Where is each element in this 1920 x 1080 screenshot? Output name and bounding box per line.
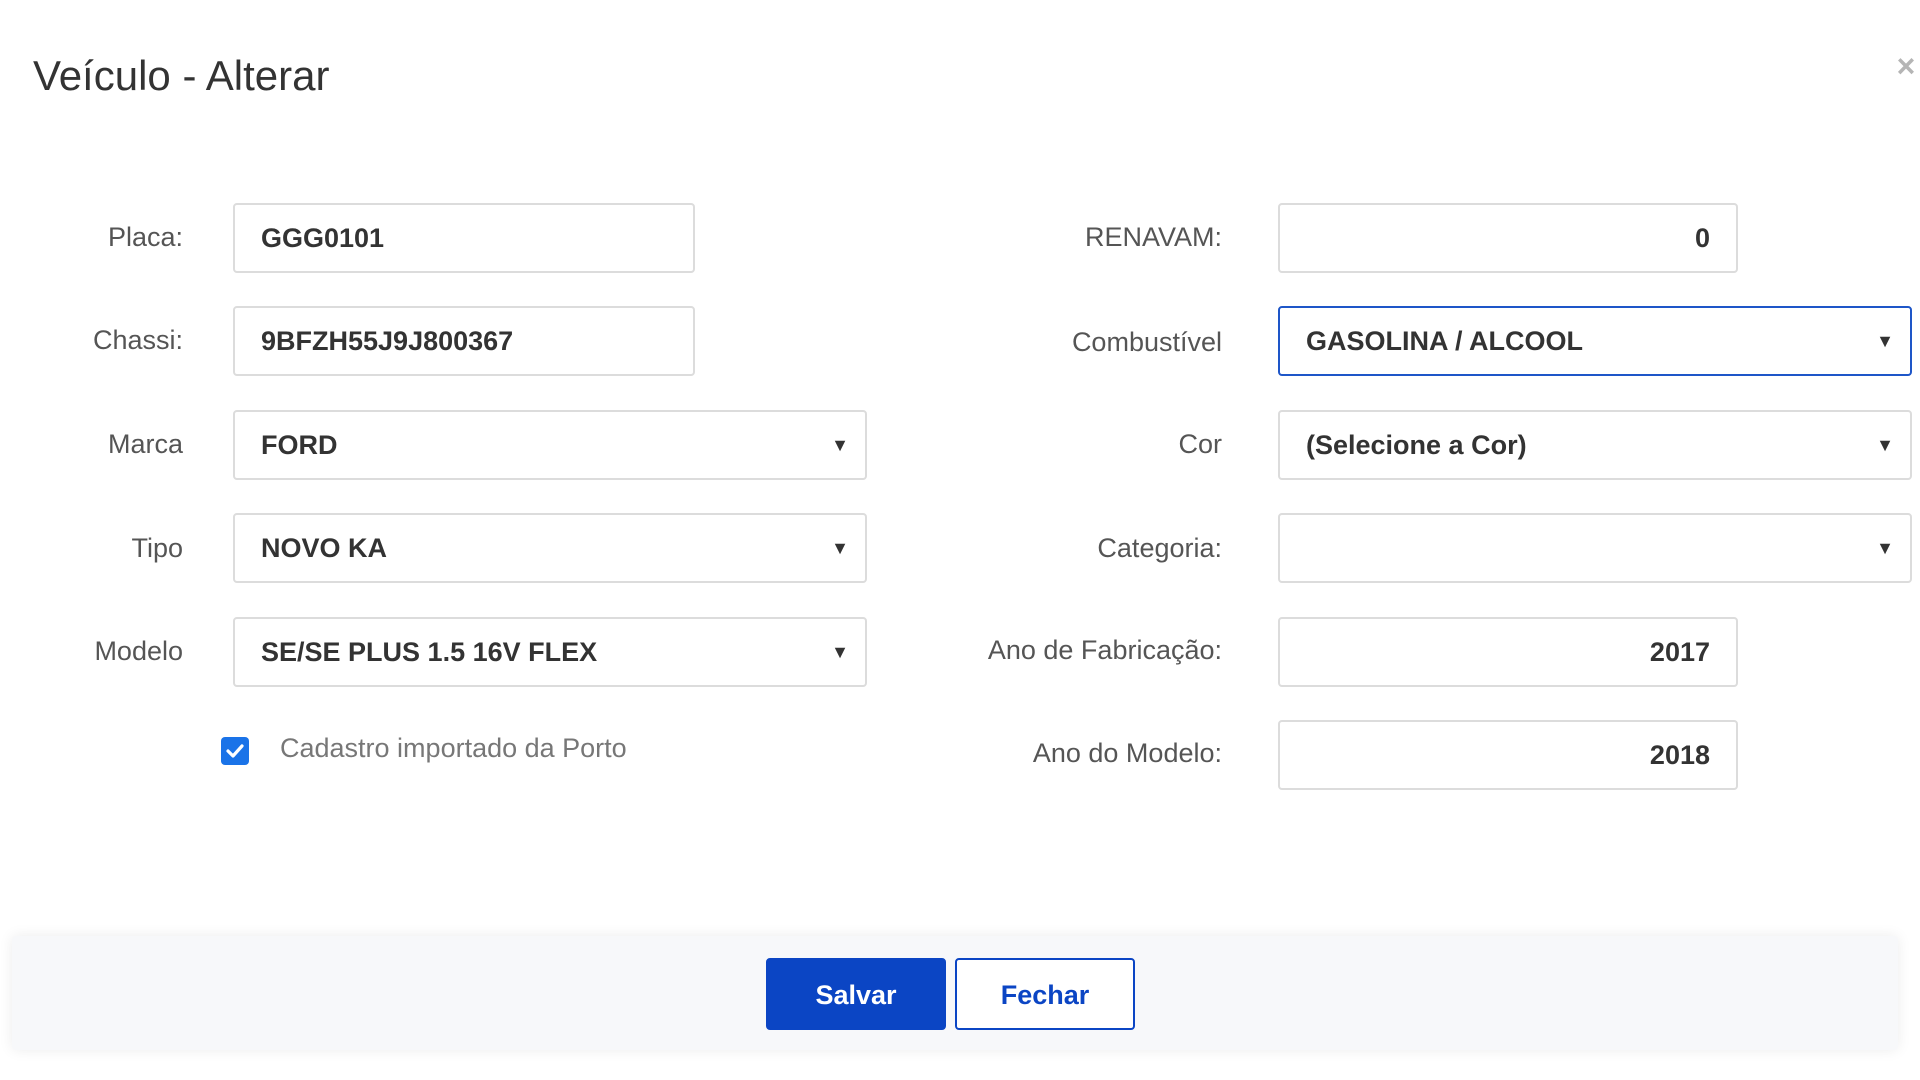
- ano-fabricacao-input[interactable]: 2017: [1278, 617, 1738, 687]
- ano-modelo-input[interactable]: 2018: [1278, 720, 1738, 790]
- vehicle-edit-dialog: Veículo - Alterar × Placa: GGG0101 Chass…: [0, 0, 1920, 1080]
- tipo-select[interactable]: NOVO KA ▼: [233, 513, 867, 583]
- categoria-select[interactable]: ▼: [1278, 513, 1912, 583]
- marca-select[interactable]: FORD ▼: [233, 410, 867, 480]
- ano-fabricacao-label: Ano de Fabricação:: [987, 635, 1222, 665]
- placa-input[interactable]: GGG0101: [233, 203, 695, 273]
- cor-label: Cor: [1178, 429, 1222, 459]
- renavam-input[interactable]: 0: [1278, 203, 1738, 273]
- chassi-label: Chassi:: [92, 325, 183, 355]
- marca-value: FORD: [261, 430, 338, 460]
- imported-checkbox[interactable]: [221, 737, 249, 765]
- chevron-down-icon: ▼: [1876, 331, 1894, 351]
- close-button[interactable]: Fechar: [955, 958, 1135, 1030]
- chevron-down-icon: ▼: [1876, 538, 1894, 558]
- chevron-down-icon: ▼: [831, 538, 849, 558]
- combustivel-select[interactable]: GASOLINA / ALCOOL ▼: [1278, 306, 1912, 376]
- dialog-title: Veículo - Alterar: [33, 52, 330, 99]
- cor-value: (Selecione a Cor): [1306, 430, 1527, 460]
- combustivel-value: GASOLINA / ALCOOL: [1306, 326, 1583, 356]
- placa-label: Placa:: [107, 222, 183, 252]
- chassi-input[interactable]: 9BFZH55J9J800367: [233, 306, 695, 376]
- ano-modelo-label: Ano do Modelo:: [1032, 738, 1222, 768]
- chevron-down-icon: ▼: [831, 642, 849, 662]
- check-icon: [226, 744, 244, 758]
- marca-label: Marca: [107, 429, 183, 459]
- save-button[interactable]: Salvar: [766, 958, 946, 1030]
- imported-checkbox-label[interactable]: Cadastro importado da Porto: [280, 731, 627, 765]
- modelo-label: Modelo: [94, 636, 183, 666]
- categoria-label: Categoria:: [1097, 533, 1222, 563]
- renavam-label: RENAVAM:: [1084, 222, 1222, 252]
- tipo-value: NOVO KA: [261, 533, 388, 563]
- tipo-label: Tipo: [131, 533, 183, 563]
- combustivel-label: Combustível: [1071, 327, 1222, 357]
- chevron-down-icon: ▼: [831, 435, 849, 455]
- modelo-value: SE/SE PLUS 1.5 16V FLEX: [261, 637, 598, 667]
- cor-select[interactable]: (Selecione a Cor) ▼: [1278, 410, 1912, 480]
- modelo-select[interactable]: SE/SE PLUS 1.5 16V FLEX ▼: [233, 617, 867, 687]
- close-icon[interactable]: ×: [1893, 50, 1919, 82]
- chevron-down-icon: ▼: [1876, 435, 1894, 455]
